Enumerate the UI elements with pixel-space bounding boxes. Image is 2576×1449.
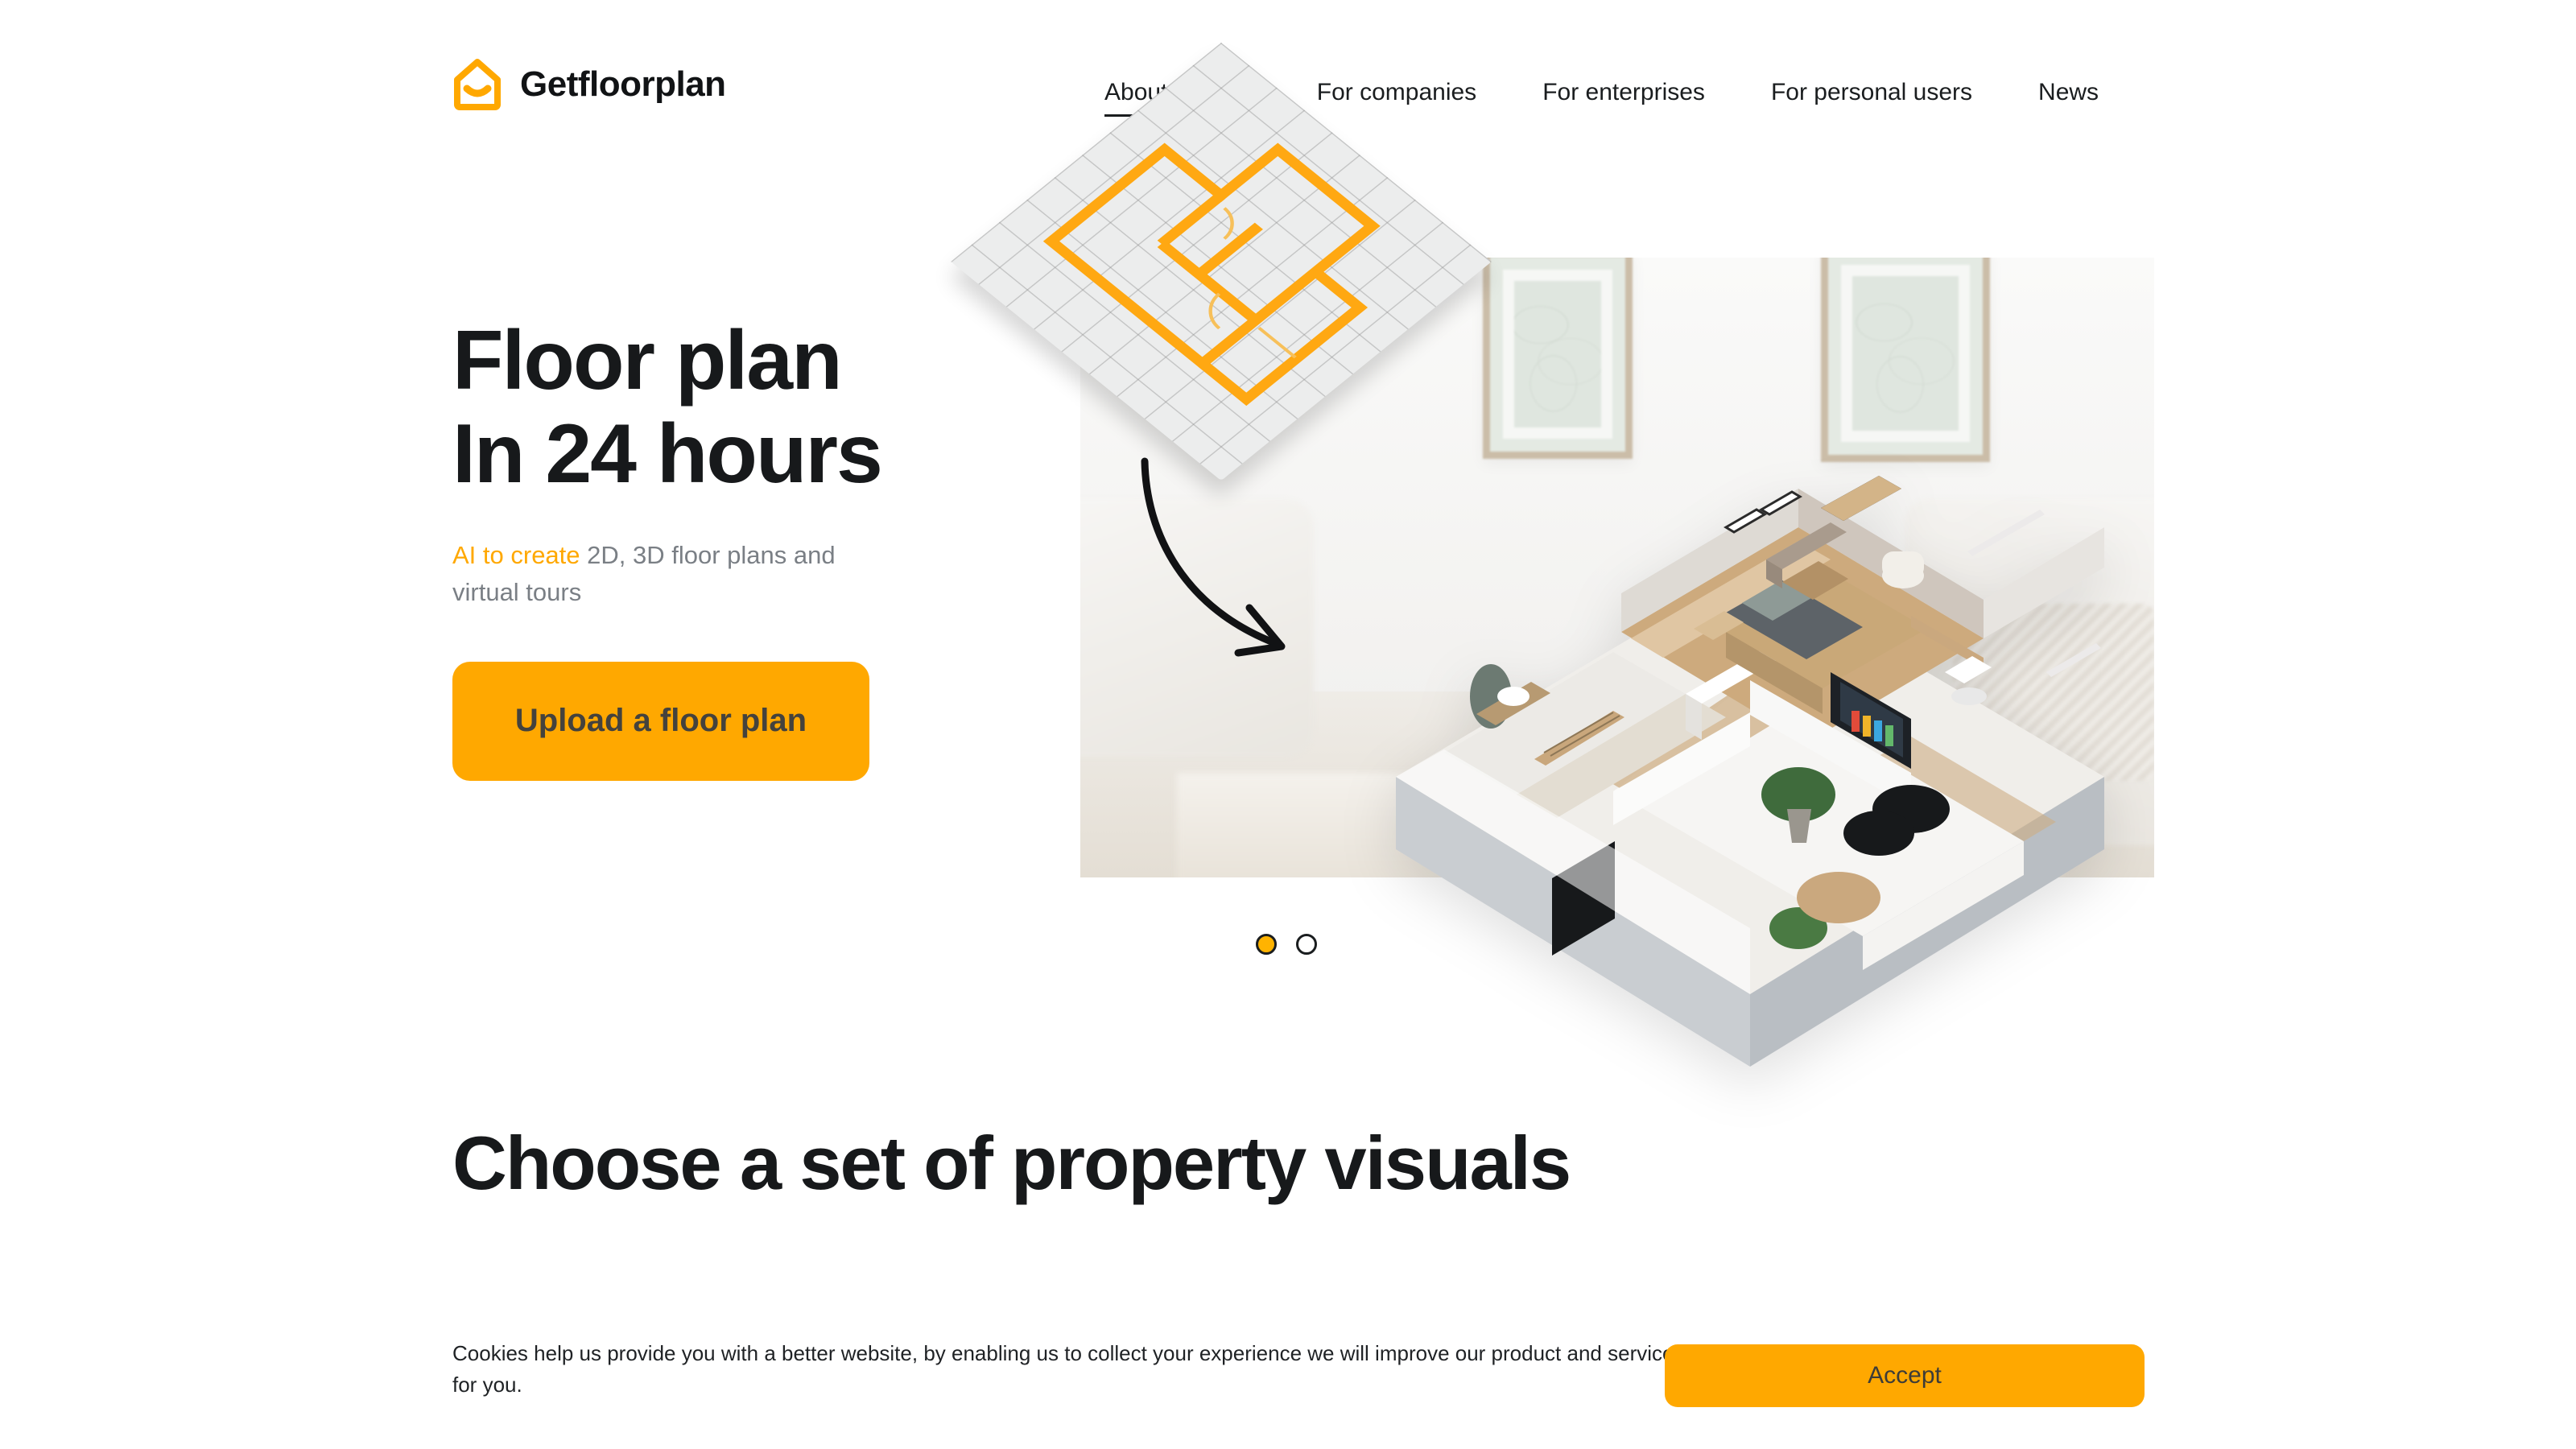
- cookie-banner-message: Cookies help us provide you with a bette…: [452, 1341, 1685, 1397]
- 3d-apartment-model-icon: [1396, 476, 2104, 1067]
- hero-media: [950, 42, 2154, 1067]
- hero-title-line-1: Floor plan: [452, 314, 843, 407]
- page-root: Getfloorplan About service For companies…: [0, 0, 2576, 1449]
- hero-subtitle-highlight: AI to create: [452, 540, 580, 569]
- carousel-dots: [1256, 934, 1317, 955]
- carousel-dot-2[interactable]: [1296, 934, 1317, 955]
- cookie-accept-button[interactable]: Accept: [1665, 1344, 2145, 1407]
- hero-section: Floor plan In 24 hours AI to create 2D, …: [0, 0, 2576, 1067]
- hero-title: Floor plan In 24 hours: [452, 314, 1064, 502]
- wall-art-frame-icon: [1483, 258, 1633, 459]
- hero-subtitle: AI to create 2D, 3D floor plans and virt…: [452, 537, 871, 612]
- hero-copy: Floor plan In 24 hours AI to create 2D, …: [452, 314, 1064, 781]
- hero-title-line-2: In 24 hours: [452, 407, 883, 502]
- curved-arrow-icon: [1141, 457, 1286, 657]
- section-heading-property-visuals: Choose a set of property visuals: [452, 1121, 1571, 1205]
- carousel-dot-1[interactable]: [1256, 934, 1277, 955]
- cookie-banner: Cookies help us provide you with a bette…: [0, 1320, 2576, 1449]
- upload-floor-plan-button[interactable]: Upload a floor plan: [452, 661, 869, 781]
